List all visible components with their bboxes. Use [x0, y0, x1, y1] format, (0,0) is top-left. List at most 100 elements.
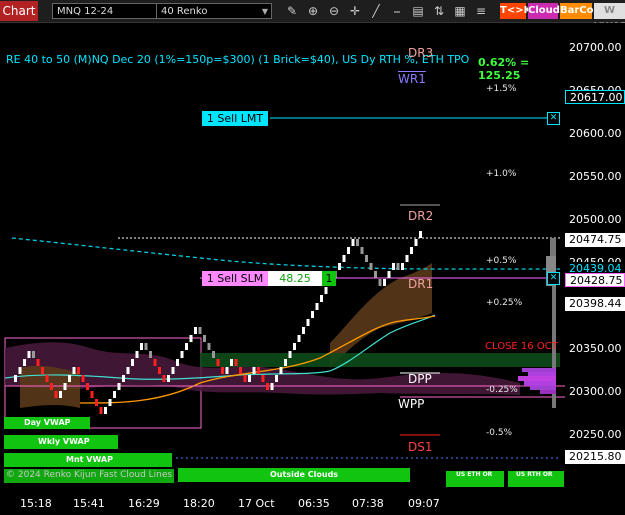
renko-brick	[81, 375, 85, 382]
cancel-slm-icon[interactable]: ✕	[547, 272, 560, 285]
outside-clouds-bar: Outside Clouds	[178, 468, 410, 482]
tpo-profile	[518, 238, 556, 408]
zoom-out-icon[interactable]: ⊖	[326, 3, 342, 19]
renko-brick	[185, 343, 188, 350]
chart-trader-icon[interactable]: ⇅	[431, 3, 447, 19]
time-tick: 09:07	[408, 497, 440, 510]
renko-brick	[135, 351, 139, 358]
renko-brick	[149, 351, 152, 358]
time-tick: 18:20	[183, 497, 215, 510]
chart-panel[interactable]: RE 40 to 50 (M)NQ Dec 20 (1%=150p=$300) …	[0, 23, 565, 493]
cloud-toggle-button[interactable]: Cloud	[528, 3, 560, 19]
renko-brick	[41, 367, 44, 374]
lmt-price-tag: 20617.00	[565, 90, 625, 104]
renko-brick	[252, 367, 256, 374]
renko-brick	[144, 343, 148, 350]
renko-brick	[248, 375, 251, 382]
slm-price-tag: 20428.75	[565, 273, 625, 287]
price-tick: 20600.00	[569, 127, 622, 140]
renko-brick	[288, 351, 292, 358]
renko-brick	[14, 375, 17, 382]
renko-brick	[225, 367, 229, 374]
renko-brick	[59, 391, 62, 398]
renko-brick	[284, 359, 287, 366]
dpp-label: DPP	[408, 372, 432, 386]
renko-brick	[221, 367, 224, 374]
chart-tab[interactable]: Chart	[0, 1, 38, 21]
renko-brick	[324, 287, 328, 294]
renko-brick	[189, 335, 193, 342]
slm-qty: 1	[322, 271, 336, 286]
instrument-selector[interactable]: MNQ 12-24▼	[52, 3, 170, 19]
line-tool-icon[interactable]: ╱	[368, 3, 384, 19]
renko-brick	[270, 383, 274, 390]
weekly-vwap-line	[11, 237, 560, 270]
vwap-toggle-button[interactable]: W VWAP	[594, 3, 625, 32]
renko-brick	[68, 375, 71, 382]
renko-brick	[72, 367, 76, 374]
strategies-icon[interactable]: ≡	[473, 3, 489, 19]
dpp-band	[200, 353, 560, 367]
renko-brick	[320, 295, 323, 302]
renko-brick	[392, 263, 395, 270]
renko-brick	[383, 279, 386, 286]
renko-brick	[360, 247, 364, 254]
renko-brick	[63, 383, 67, 390]
renko-brick	[104, 407, 107, 414]
renko-brick	[113, 391, 116, 398]
kijun-price-tag: 20398.44	[565, 297, 625, 311]
renko-brick	[117, 383, 121, 390]
time-tick: 16:29	[128, 497, 160, 510]
dr2-label: DR2	[408, 209, 434, 223]
price-tick: 20550.00	[569, 170, 622, 183]
renko-brick	[342, 255, 346, 262]
wpp-label: WPP	[398, 397, 425, 411]
chevron-down-icon: ▼	[261, 7, 268, 16]
time-axis[interactable]: 15:18 15:41 16:29 18:20 17 Oct 06:35 07:…	[0, 493, 625, 515]
properties-icon[interactable]: ▤	[410, 3, 426, 19]
chart-title: RE 40 to 50 (M)NQ Dec 20 (1%=150p=$300) …	[6, 53, 470, 66]
close-label: CLOSE 16 OCT	[485, 341, 558, 352]
renko-brick	[387, 271, 391, 278]
renko-brick	[131, 359, 134, 366]
indicators-icon[interactable]: ▦	[452, 3, 468, 19]
tk-toggle-button[interactable]: T<>K	[500, 3, 531, 19]
renko-brick	[27, 351, 31, 358]
renko-brick	[261, 375, 265, 382]
bar-type-selector[interactable]: 40 Renko ▼	[156, 3, 272, 19]
renko-brick	[401, 263, 404, 270]
renko-brick	[180, 351, 184, 358]
renko-brick	[243, 375, 247, 382]
draw-tool-icon[interactable]: ✎	[284, 3, 300, 19]
renko-brick	[419, 231, 422, 238]
bottom-price-tag: 20215.80	[565, 450, 625, 464]
instrument-value: MNQ 12-24	[57, 6, 114, 17]
chart-toolbar: Chart MNQ 12-24▼ 40 Renko ▼ ✎ ⊕ ⊖ ✛ ╱ ⎯ ▤…	[0, 0, 625, 32]
renko-brick	[95, 399, 98, 406]
renko-brick	[198, 327, 202, 334]
zoom-in-icon[interactable]: ⊕	[305, 3, 321, 19]
sell-lmt-order-tag[interactable]: 1 Sell LMT	[202, 111, 268, 126]
renko-brick	[266, 383, 269, 390]
time-tick: 07:38	[352, 497, 384, 510]
sell-slm-order-tag[interactable]: 1 Sell SLM	[202, 271, 268, 286]
price-tick: 20700.00	[569, 41, 622, 54]
renko-brick	[162, 375, 166, 382]
hline-tool-icon[interactable]: ⎯	[389, 3, 405, 19]
renko-brick	[32, 351, 35, 358]
crosshair-icon[interactable]: ✛	[347, 3, 363, 19]
pct-plus-0-5: +0.5%	[486, 256, 517, 266]
barcol-toggle-button[interactable]: BarCol	[560, 3, 597, 19]
renko-brick	[108, 399, 112, 406]
pct-minus-0-25: -0.25%	[486, 385, 518, 395]
renko-brick	[414, 239, 418, 246]
renko-brick	[297, 335, 301, 342]
renko-brick	[99, 407, 103, 414]
renko-brick	[293, 343, 296, 350]
wkly-vwap-bar: Wkly VWAP	[4, 435, 118, 449]
mnt-vwap-bar: Mnt VWAP	[4, 453, 172, 467]
cancel-lmt-icon[interactable]: ✕	[547, 112, 560, 125]
renko-brick	[77, 367, 80, 374]
last-price-tag: 20474.75	[565, 233, 625, 247]
renko-brick	[23, 359, 26, 366]
